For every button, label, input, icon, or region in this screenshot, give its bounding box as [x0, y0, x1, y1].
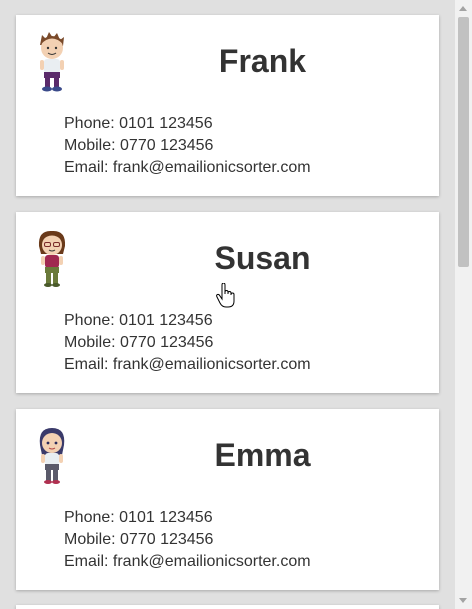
contact-mobile: Mobile: 0770 123456 — [64, 334, 214, 351]
vertical-scrollbar[interactable] — [455, 0, 472, 609]
boy-avatar-icon — [40, 32, 64, 92]
contact-card-emma[interactable]: Emma Phone: 0101 123456 Mobile: 0770 123… — [16, 409, 439, 590]
contact-mobile: Mobile: 0770 123456 — [64, 137, 214, 154]
contact-email: Email: frank@emailionicsorter.com — [64, 159, 311, 176]
girl-dark-hair-avatar-icon — [39, 428, 65, 484]
contact-name: Emma — [214, 437, 311, 473]
contact-email: Email: frank@emailionicsorter.com — [64, 553, 311, 570]
contact-details: Phone: 0101 123456 Mobile: 0770 123456 E… — [64, 113, 311, 179]
contact-name: Frank — [218, 43, 307, 79]
contact-mobile: Mobile: 0770 123456 — [64, 531, 214, 548]
scroll-up-arrow-icon[interactable] — [455, 0, 472, 17]
contact-phone: Phone: 0101 123456 — [64, 312, 213, 329]
hand-pointer-cursor-icon — [216, 283, 235, 308]
contact-card-frank[interactable]: Frank Phone: 0101 123456 Mobile: 0770 12… — [16, 15, 439, 196]
contact-phone: Phone: 0101 123456 — [64, 509, 213, 526]
girl-glasses-avatar-icon — [38, 230, 66, 287]
contact-phone: Phone: 0101 123456 — [64, 115, 213, 132]
contact-card-partial[interactable] — [16, 605, 439, 609]
scrollbar-thumb[interactable] — [458, 17, 469, 267]
scroll-down-arrow-icon[interactable] — [455, 592, 472, 609]
contact-email: Email: frank@emailionicsorter.com — [64, 356, 311, 373]
contact-details: Phone: 0101 123456 Mobile: 0770 123456 E… — [64, 310, 311, 376]
contact-name: Susan — [214, 240, 311, 276]
contact-details: Phone: 0101 123456 Mobile: 0770 123456 E… — [64, 507, 311, 573]
